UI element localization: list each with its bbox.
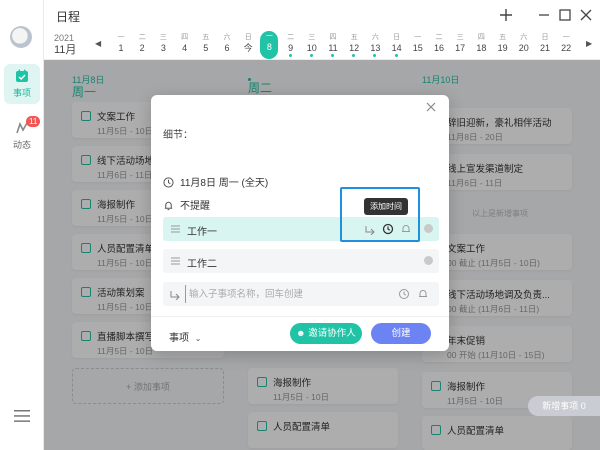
close-icon[interactable] xyxy=(425,101,437,113)
day-cell[interactable]: 五 12 xyxy=(345,32,363,57)
bell-icon[interactable] xyxy=(417,288,429,300)
detail-label: 细节： xyxy=(163,130,193,141)
day-cell[interactable]: 日 21 xyxy=(536,32,554,54)
day-cell[interactable]: 四4 xyxy=(176,32,194,54)
maximize-icon[interactable] xyxy=(556,6,574,24)
reminder-text: 不提醒 xyxy=(180,201,210,212)
clock-icon[interactable] xyxy=(398,288,410,300)
clear-icon[interactable] xyxy=(424,256,433,265)
day-cell[interactable]: 五 19 xyxy=(494,32,512,54)
day-cell[interactable]: 六6 xyxy=(218,32,236,54)
day-cell[interactable]: 一1 xyxy=(112,32,130,54)
sidebar-item-label: 动态 xyxy=(12,140,31,150)
day-cell[interactable]: 二2 xyxy=(133,32,151,54)
day-cell[interactable]: 六 20 xyxy=(515,32,533,54)
tooltip: 添加时间 xyxy=(364,198,408,215)
clock-icon xyxy=(163,177,174,188)
day-cell[interactable]: 二9 xyxy=(282,32,300,57)
day-cell[interactable]: 日 14 xyxy=(388,32,406,57)
close-icon[interactable] xyxy=(577,6,595,24)
sidebar-item-label: 事项 xyxy=(12,88,31,98)
day-cell[interactable]: 二 16 xyxy=(430,32,448,54)
year-month: 2021 11月 xyxy=(54,33,77,56)
calendar-check-icon xyxy=(16,69,28,82)
next-week-arrow-icon[interactable]: ▶ xyxy=(586,39,592,48)
sidebar-item-activity[interactable]: 11 动态 xyxy=(4,116,41,156)
prev-week-arrow-icon[interactable]: ◀ xyxy=(95,39,101,48)
bell-icon xyxy=(164,201,173,211)
day-cell[interactable]: 四 11 xyxy=(324,32,342,57)
reminder-row[interactable]: 不提醒 xyxy=(163,197,210,212)
notification-badge: 11 xyxy=(26,116,41,127)
type-selector[interactable]: 事项 ⌄ xyxy=(169,329,201,344)
has-events-dot xyxy=(394,54,398,57)
has-events-dot xyxy=(373,54,377,57)
new-events-pill[interactable]: 新增事项 0 xyxy=(528,396,600,416)
day-cell[interactable]: 五5 xyxy=(197,32,215,54)
chevron-down-icon: ⌄ xyxy=(194,334,202,343)
title-bar: 日程 xyxy=(44,0,600,30)
app-title: 日程 xyxy=(56,10,81,24)
day-cell[interactable]: 三 17 xyxy=(451,32,469,54)
sidebar: 事项 11 动态 xyxy=(0,0,44,450)
day-cell[interactable]: 四 18 xyxy=(472,32,490,54)
date-row[interactable]: 11月8日 周一 (全天) xyxy=(163,174,268,189)
subtask-title: 工作二 xyxy=(187,259,217,270)
has-events-dot xyxy=(352,54,356,57)
modal-divider xyxy=(151,316,449,317)
day-cell[interactable]: 日今 xyxy=(239,32,257,54)
menu-icon[interactable] xyxy=(12,408,32,424)
new-subtask-input[interactable] xyxy=(185,285,385,303)
minimize-icon[interactable] xyxy=(535,6,553,24)
has-events-dot xyxy=(309,54,313,57)
new-subtask-row xyxy=(163,282,439,306)
has-events-dot xyxy=(331,54,334,57)
subtask-row[interactable]: 工作二 xyxy=(163,249,439,273)
day-cell[interactable]: 一 15 xyxy=(409,32,427,54)
clear-icon[interactable] xyxy=(424,224,433,233)
invite-collaborator-button[interactable]: ☻ 邀请协作人 xyxy=(290,323,362,344)
day-cell[interactable]: 三 10 xyxy=(303,32,321,57)
day-cell[interactable]: 六 13 xyxy=(366,32,384,57)
sidebar-item-tasks[interactable]: 事项 xyxy=(4,64,40,104)
subtask-title: 工作一 xyxy=(187,227,217,238)
date-strip: 2021 11月 ◀ 一 1 二 2 三 3 四 4 五 5 六 6 日今一 8 二 9 三 10 四 11 五 12 六 1… xyxy=(44,30,600,60)
date-text: 11月8日 周一 (全天) xyxy=(180,178,269,189)
assign-icon[interactable] xyxy=(169,288,181,300)
day-cell[interactable]: 一 22 xyxy=(557,32,575,54)
add-icon[interactable] xyxy=(497,6,515,24)
day-cell[interactable]: 三3 xyxy=(154,32,172,54)
has-events-dot xyxy=(288,54,292,57)
day-cell[interactable]: 一8 xyxy=(260,31,279,59)
drag-handle-icon[interactable] xyxy=(171,257,180,265)
drag-handle-icon[interactable] xyxy=(171,225,180,233)
avatar[interactable] xyxy=(10,26,32,48)
create-button[interactable]: 创建 xyxy=(371,323,431,344)
user-plus-icon: ☻ xyxy=(296,328,306,338)
